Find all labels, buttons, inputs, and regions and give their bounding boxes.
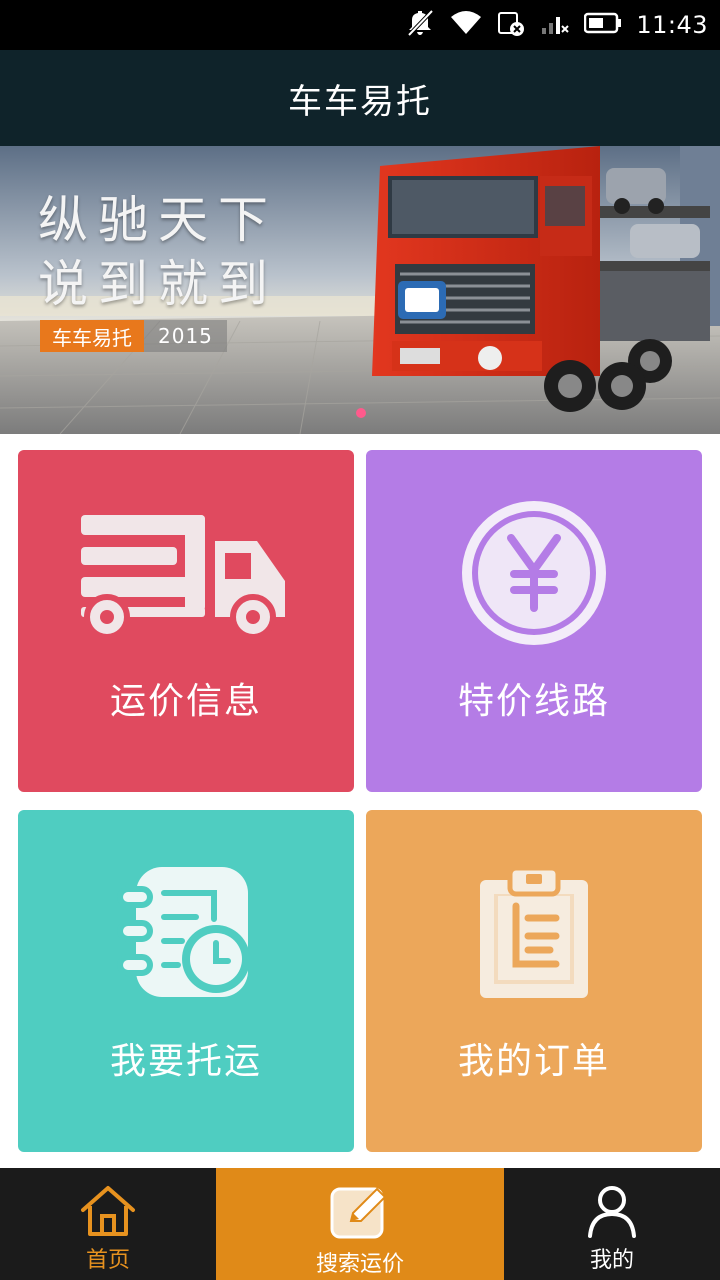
- sim-icon: [496, 9, 526, 41]
- wifi-icon: [450, 10, 482, 40]
- banner-brand-tag: 车车易托 2015: [40, 320, 227, 352]
- nav-home-label: 首页: [85, 1248, 130, 1273]
- tile-label: 运价信息: [109, 681, 262, 722]
- nav-home[interactable]: 首页: [0, 1168, 216, 1280]
- tile-label: 特价线路: [457, 681, 610, 722]
- notebook-clock-icon: [116, 858, 256, 1008]
- banner-slogan-line2: 说到就到: [38, 255, 278, 313]
- bottom-nav: 首页 搜索运价 我的: [0, 1168, 720, 1280]
- status-bar: 11:43: [0, 0, 720, 50]
- clipboard-icon: [476, 858, 592, 1008]
- status-icons: 11:43: [406, 8, 708, 42]
- banner-slogan-line1: 纵驰天下: [38, 191, 278, 249]
- tile-my-orders[interactable]: 我的订单: [366, 810, 702, 1152]
- edit-icon: [329, 1182, 391, 1240]
- tile-freight-info[interactable]: 运价信息: [18, 450, 354, 792]
- tile-request-shipping[interactable]: 我要托运: [18, 810, 354, 1152]
- nav-search-rates[interactable]: 搜索运价: [216, 1168, 504, 1280]
- truck-icon: [81, 498, 291, 648]
- yen-coin-icon: [459, 498, 609, 648]
- tile-label: 我的订单: [457, 1041, 610, 1082]
- banner-year: 2015: [144, 320, 227, 352]
- promo-banner[interactable]: 纵驰天下 说到就到 车车易托 2015: [0, 146, 720, 434]
- clock: 11:43: [636, 11, 708, 39]
- app-bar: 车车易托: [0, 50, 720, 146]
- signal-icon: [540, 10, 570, 40]
- carousel-indicator-active[interactable]: [356, 408, 366, 418]
- banner-brand-name: 车车易托: [40, 320, 144, 352]
- mute-icon: [406, 9, 436, 41]
- battery-icon: [584, 11, 622, 39]
- tile-label: 我要托运: [109, 1041, 262, 1082]
- nav-mine-label: 我的: [589, 1248, 634, 1273]
- page-title: 车车易托: [288, 81, 432, 122]
- home-icon: [79, 1182, 137, 1240]
- nav-mine[interactable]: 我的: [504, 1168, 720, 1280]
- nav-search-label: 搜索运价: [315, 1252, 404, 1277]
- tile-special-routes[interactable]: 特价线路: [366, 450, 702, 792]
- user-icon: [587, 1182, 637, 1240]
